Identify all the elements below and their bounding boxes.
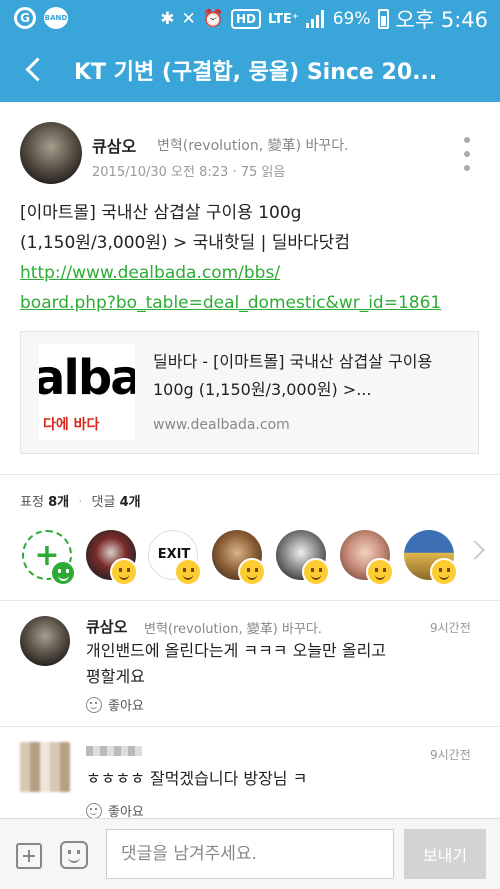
band-icon: BAND (44, 7, 68, 29)
post-author-tagline: 변혁(revolution, 變革) 바꾸다. (157, 138, 349, 154)
reaction-label: 표정 (20, 495, 44, 510)
comment-author-name[interactable]: 큐삼오 (86, 616, 127, 637)
bluetooth-icon: ✱ (160, 9, 175, 29)
smile-icon (86, 696, 102, 713)
smile-icon (86, 802, 102, 819)
mute-icon: ✕ (181, 9, 196, 29)
comment-input-bar: 보내기 (0, 818, 500, 889)
smile-emoji-icon (174, 558, 202, 586)
comment-author-tagline: 변혁(revolution, 變革) 바꾸다. (144, 622, 322, 637)
link-preview-url: www.dealbada.com (153, 417, 290, 433)
thumbnail-sub-text: 다에 바다 (43, 417, 100, 433)
comment-count: 4개 (119, 495, 141, 510)
comment-count-label: 댓글 (91, 495, 116, 510)
more-vertical-icon (464, 137, 470, 143)
comment-text-line: ㅎㅎㅎㅎ 잘먹겠습니다 방장님 ㅋ (86, 769, 308, 788)
comment-input[interactable] (106, 829, 394, 879)
reaction-summary[interactable]: 표정 8개 · 댓글 4개 (20, 491, 141, 510)
g-icon: G (14, 7, 36, 29)
smile-icon (50, 560, 76, 586)
divider (0, 726, 500, 727)
comment-time: 9시간전 (430, 621, 471, 635)
battery-percent: 69% (332, 9, 371, 29)
comment-time: 9시간전 (430, 748, 471, 762)
comment-text: ㅎㅎㅎㅎ 잘먹겠습니다 방장님 ㅋ (86, 766, 486, 792)
smile-emoji-icon (302, 558, 330, 586)
emoji-icon[interactable] (60, 841, 88, 869)
divider (0, 600, 500, 601)
post-link[interactable]: board.php?bo_table=deal_domestic&wr_id=1… (20, 288, 485, 318)
attach-plus-icon[interactable] (16, 843, 42, 869)
hd-icon: HD (230, 9, 261, 29)
lte-icon: LTE⁺ (267, 11, 299, 27)
smile-emoji-icon (366, 558, 394, 586)
status-bar: G BAND ✱ ✕ ⏰ HD LTE⁺ 69% 오후 5:46 (0, 0, 500, 36)
comment-text-line: 평할게요 (86, 667, 145, 686)
link-preview-title: 딜바다 - [이마트몰] 국내산 삼겹살 구이용 100g (1,150원/3,… (153, 352, 433, 399)
post-text-line: (1,150원/3,000원) > 국내핫딜 | 딜바다닷컴 (20, 233, 350, 253)
smile-emoji-icon (430, 558, 458, 586)
smile-emoji-icon (110, 558, 138, 586)
chevron-left-icon (24, 56, 50, 82)
post-author-name[interactable]: 큐삼오 (92, 133, 136, 157)
comment-text-line: 개인밴드에 올린다는게 ㅋㅋㅋ 오늘만 올리고 (86, 641, 387, 660)
like-label: 좋아요 (108, 699, 144, 714)
link-preview-thumbnail: alba 다에 바다 (39, 344, 135, 440)
clock: 오후 5:46 (395, 8, 488, 32)
smile-emoji-icon (238, 558, 266, 586)
back-button[interactable] (14, 50, 52, 88)
comment-avatar[interactable] (20, 616, 70, 666)
thumbnail-logo-text: alba (39, 350, 135, 406)
battery-icon (377, 9, 389, 29)
post-link[interactable]: http://www.dealbada.com/bbs/ (20, 258, 485, 288)
signal-icon (305, 10, 326, 28)
comment-avatar[interactable] (20, 742, 70, 792)
post-body: [이마트몰] 국내산 삼겹살 구이용 100g (1,150원/3,000원) … (20, 198, 485, 318)
page-title: KT 기변 (구결합, 뭉올) Since 20... (74, 60, 438, 85)
send-button[interactable]: 보내기 (404, 829, 486, 879)
link-preview-card[interactable]: alba 다에 바다 딜바다 - [이마트몰] 국내산 삼겹살 구이용 100g… (20, 331, 479, 454)
reaction-count: 8개 (48, 495, 70, 510)
app-bar: KT 기변 (구결합, 뭉올) Since 20... (0, 36, 500, 102)
alarm-icon: ⏰ (202, 9, 224, 29)
chevron-right-icon[interactable] (465, 540, 485, 560)
post-meta: 2015/10/30 오전 8:23 · 75 읽음 (92, 165, 286, 180)
comment-text: 개인밴드에 올린다는게 ㅋㅋㅋ 오늘만 올리고 평할게요 (86, 638, 486, 690)
more-options-button[interactable] (456, 134, 478, 174)
like-button[interactable]: 좋아요 (86, 695, 144, 714)
author-avatar[interactable] (20, 122, 82, 184)
comment-author-name[interactable] (86, 746, 142, 756)
post-text-line: [이마트몰] 국내산 삼겹살 구이용 100g (20, 203, 302, 223)
divider (0, 474, 500, 475)
